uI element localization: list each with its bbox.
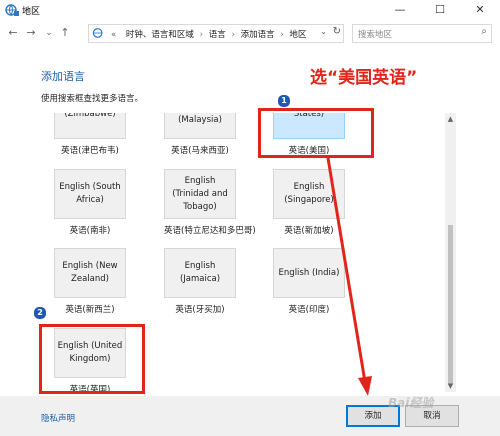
tile-label: 英语(南非) bbox=[69, 226, 111, 236]
tile-name: English (South Africa) bbox=[54, 169, 126, 219]
up-arrow-icon[interactable]: ↑ bbox=[58, 25, 72, 41]
breadcrumb-language[interactable]: 语言 bbox=[209, 30, 226, 40]
breadcrumb-separator: › bbox=[280, 30, 284, 40]
breadcrumb-separator: › bbox=[231, 30, 235, 40]
language-tile-new-zealand[interactable]: English (New Zealand) 英语(新西兰) bbox=[54, 248, 126, 315]
tile-name: English (New Zealand) bbox=[54, 248, 126, 298]
search-icon[interactable]: ⌕ bbox=[481, 26, 487, 37]
refresh-icon[interactable]: ↻ bbox=[333, 26, 341, 37]
language-tile-india[interactable]: English (India) 英语(印度) bbox=[273, 248, 345, 315]
breadcrumb-separator: › bbox=[199, 30, 204, 40]
address-bar[interactable]: « 时钟、语言和区域 › 语言 › 添加语言 › 地区 ⌄ ↻ bbox=[88, 24, 344, 43]
instruction-annotation: 选“美国英语” bbox=[310, 68, 418, 88]
language-tile-malaysia[interactable]: English (Malaysia) 英语(马来西亚) bbox=[164, 113, 236, 156]
minimize-button[interactable]: — bbox=[380, 0, 420, 20]
tile-name: English (Jamaica) bbox=[164, 248, 236, 298]
scroll-down-icon[interactable]: ▼ bbox=[445, 382, 456, 390]
tile-label: 英语(印度) bbox=[288, 305, 330, 315]
breadcrumb-overflow-icon[interactable]: « bbox=[111, 30, 116, 40]
step-badge-2: 2 bbox=[33, 306, 47, 320]
tile-label: 英语(津巴布韦) bbox=[61, 146, 119, 156]
tile-name: English (Trinidad and Tobago) bbox=[164, 169, 236, 219]
scroll-thumb[interactable] bbox=[448, 225, 453, 385]
language-tile-jamaica[interactable]: English (Jamaica) 英语(牙买加) bbox=[164, 248, 236, 315]
highlight-united-kingdom bbox=[39, 324, 145, 394]
watermark: Bai经验 bbox=[388, 396, 434, 410]
search-placeholder: 搜索地区 bbox=[358, 30, 393, 40]
window-title: 地区 bbox=[22, 7, 41, 17]
back-arrow-icon[interactable]: ← bbox=[6, 25, 20, 41]
region-globe-icon bbox=[5, 4, 19, 16]
address-dropdown-icon[interactable]: ⌄ bbox=[320, 27, 327, 36]
breadcrumb-clock-language-region[interactable]: 时钟、语言和区域 bbox=[126, 30, 194, 40]
tile-label: 英语(新加坡) bbox=[284, 226, 334, 236]
breadcrumb: « 时钟、语言和区域 › 语言 › 添加语言 › 地区 bbox=[111, 28, 306, 40]
breadcrumb-add-language[interactable]: 添加语言 bbox=[241, 30, 275, 40]
tile-name: (Zimbabwe) bbox=[54, 113, 126, 139]
tile-label: 英语(特立尼达和多巴哥) bbox=[164, 226, 256, 236]
tile-label: 英语(牙买加) bbox=[175, 305, 225, 315]
address-row: ← → ⌄ ↑ « 时钟、语言和区域 › 语言 › 添加语言 › 地区 ⌄ ↻ … bbox=[0, 22, 500, 44]
title-bar: 地区 — ☐ ✕ bbox=[0, 0, 500, 20]
page-subtitle: 使用搜索框查找更多语言。 bbox=[41, 94, 144, 104]
tile-name: English (India) bbox=[273, 248, 345, 298]
privacy-link[interactable]: 隐私声明 bbox=[41, 412, 75, 424]
highlight-united-states bbox=[258, 108, 374, 158]
search-input[interactable]: 搜索地区 ⌕ bbox=[352, 24, 492, 43]
tile-name: English (Malaysia) bbox=[164, 113, 236, 139]
list-scrollbar[interactable]: ▲ ▼ bbox=[445, 113, 456, 392]
language-tile-singapore[interactable]: English (Singapore) 英语(新加坡) bbox=[273, 169, 345, 236]
control-panel-icon bbox=[92, 28, 103, 38]
scroll-up-icon[interactable]: ▲ bbox=[445, 115, 456, 123]
language-tile-south-africa[interactable]: English (South Africa) 英语(南非) bbox=[54, 169, 126, 236]
recent-dropdown-icon[interactable]: ⌄ bbox=[42, 25, 56, 41]
maximize-button[interactable]: ☐ bbox=[420, 0, 460, 20]
tile-label: 英语(新西兰) bbox=[65, 305, 115, 315]
language-tile-zimbabwe[interactable]: (Zimbabwe) 英语(津巴布韦) bbox=[54, 113, 126, 156]
tile-name: English (Singapore) bbox=[273, 169, 345, 219]
forward-arrow-icon[interactable]: → bbox=[24, 25, 38, 41]
tile-label: 英语(马来西亚) bbox=[171, 146, 229, 156]
page-title: 添加语言 bbox=[41, 70, 85, 83]
step-badge-1: 1 bbox=[277, 94, 291, 108]
breadcrumb-region[interactable]: 地区 bbox=[289, 30, 306, 40]
close-button[interactable]: ✕ bbox=[460, 0, 500, 20]
language-tile-trinidad-tobago[interactable]: English (Trinidad and Tobago) 英语(特立尼达和多巴… bbox=[164, 169, 256, 236]
